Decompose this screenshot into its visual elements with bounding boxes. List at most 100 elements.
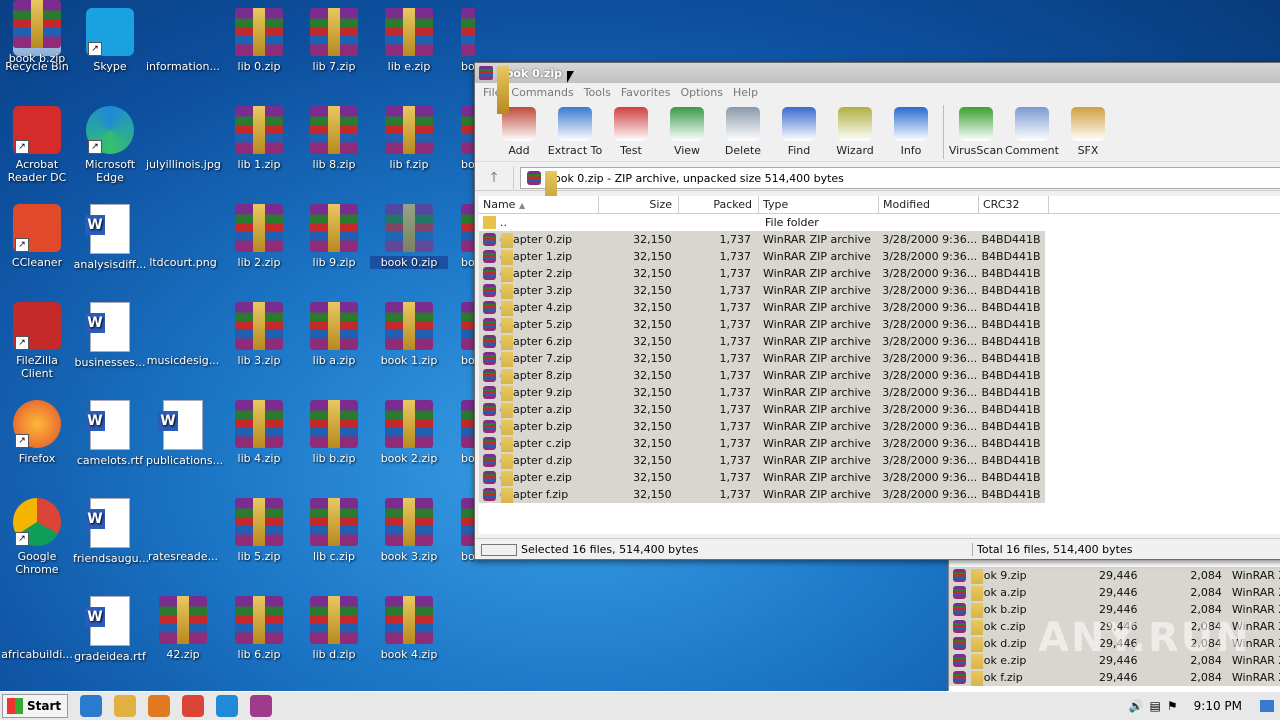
window-titlebar[interactable]: book 0.zip	[475, 63, 1280, 114]
desktop-icon-publications[interactable]: publications...	[144, 400, 223, 467]
desktop-icon-lib-e-zip[interactable]: lib e.zip	[370, 8, 448, 73]
desktop-icon-information[interactable]: information...	[144, 8, 222, 73]
desktop-icon-gradeidea-rtf[interactable]: gradeidea.rtf	[71, 596, 149, 663]
toolbar-comment-button[interactable]: Comment	[1004, 107, 1060, 161]
desktop-icon-filezilla-client[interactable]: ↗ FileZilla Client	[0, 302, 76, 380]
menu-item-options[interactable]: Options	[681, 86, 723, 99]
background-file-row[interactable]: book f.zip 29,446 2,084 WinRAR Z	[949, 669, 1280, 686]
desktop-icon-lib-5-zip[interactable]: lib 5.zip	[220, 498, 298, 563]
file-row[interactable]: chapter 2.zip 32,150 1,737 WinRAR ZIP archi…	[479, 265, 1045, 282]
file-row[interactable]: chapter f.zip 32,150 1,737 WinRAR ZIP archi…	[479, 486, 1045, 503]
desktop-icon-partial[interactable]: bo	[447, 400, 475, 465]
desktop-icon-microsoft-edge[interactable]: ↗ Microsoft Edge	[71, 106, 149, 184]
desktop-icon-lib-9-zip[interactable]: lib 9.zip	[295, 204, 373, 269]
file-row[interactable]: chapter 4.zip 32,150 1,737 WinRAR ZIP archi…	[479, 299, 1045, 316]
file-row[interactable]: chapter c.zip 32,150 1,737 WinRAR ZIP archi…	[479, 435, 1045, 452]
desktop-icon-analysisdiff[interactable]: analysisdiff...	[71, 204, 149, 271]
desktop-icon-friendsaugu[interactable]: friendsaugu...	[71, 498, 149, 565]
internet-explorer-icon[interactable]	[80, 695, 103, 717]
clock[interactable]: 9:10 PM	[1194, 699, 1242, 713]
show-desktop-icon[interactable]	[1260, 700, 1274, 712]
file-row[interactable]: chapter 1.zip 32,150 1,737 WinRAR ZIP archi…	[479, 248, 1045, 265]
column-header-packed[interactable]: Packed	[679, 196, 759, 213]
menu-item-tools[interactable]: Tools	[584, 86, 611, 99]
media-player-icon[interactable]	[148, 695, 171, 717]
desktop-icon-lib-d-zip[interactable]: lib d.zip	[295, 596, 373, 661]
desktop-icon-ratesreade[interactable]: ratesreade...	[144, 498, 222, 563]
toolbar-view-button[interactable]: View	[659, 107, 715, 161]
desktop-icon-lib-a-zip[interactable]: lib a.zip	[295, 302, 373, 367]
column-header-crc32[interactable]: CRC32	[979, 196, 1049, 213]
toolbar-test-button[interactable]: Test	[603, 107, 659, 161]
desktop-icon-partial[interactable]: bo	[447, 8, 475, 73]
desktop-icon-lib-c-zip[interactable]: lib c.zip	[295, 498, 373, 563]
file-row[interactable]: chapter 5.zip 32,150 1,737 WinRAR ZIP archi…	[479, 316, 1045, 333]
desktop-icon-book-3-zip[interactable]: book 3.zip	[370, 498, 448, 563]
edge-icon[interactable]	[216, 695, 239, 717]
desktop-icon-firefox[interactable]: ↗ Firefox	[0, 400, 76, 465]
file-explorer-icon[interactable]	[114, 695, 137, 717]
desktop-icon-acrobat-reader-dc[interactable]: ↗ Acrobat Reader DC	[0, 106, 76, 184]
toolbar-info-button[interactable]: Info	[883, 107, 939, 161]
desktop-icon-skype[interactable]: ↗ Skype	[71, 8, 149, 73]
column-header-size[interactable]: Size	[599, 196, 679, 213]
toolbar-wizard-button[interactable]: Wizard	[827, 107, 883, 161]
desktop-icon-book-0-zip[interactable]: book 0.zip	[370, 204, 448, 269]
file-list[interactable]: Name ▲ Size Packed Type Modified CRC32 .…	[479, 196, 1280, 534]
toolbar-sfx-button[interactable]: SFX	[1060, 107, 1116, 161]
desktop-icon-book-b-zip[interactable]: book b.zip	[0, 0, 76, 65]
desktop-icon-lib-0-zip[interactable]: lib 0.zip	[220, 8, 298, 73]
toolbar-find-button[interactable]: Find	[771, 107, 827, 161]
column-header-name[interactable]: Name ▲	[479, 196, 599, 213]
desktop-icon-lib-b-zip[interactable]: lib b.zip	[295, 400, 373, 465]
file-row[interactable]: chapter b.zip 32,150 1,737 WinRAR ZIP archi…	[479, 418, 1045, 435]
desktop-icon-lib-6-zip[interactable]: lib 6.zip	[220, 596, 298, 661]
file-row[interactable]: chapter 6.zip 32,150 1,737 WinRAR ZIP archi…	[479, 333, 1045, 350]
file-row[interactable]: chapter 3.zip 32,150 1,737 WinRAR ZIP archi…	[479, 282, 1045, 299]
parent-folder-row[interactable]: .. File folder	[479, 214, 1280, 231]
up-folder-button[interactable]: ↑	[475, 167, 514, 189]
desktop-icon-ccleaner[interactable]: ↗ CCleaner	[0, 204, 76, 269]
desktop-icon-lib-2-zip[interactable]: lib 2.zip	[220, 204, 298, 269]
chrome-icon[interactable]	[182, 695, 205, 717]
archive-path-field[interactable]: book 0.zip - ZIP archive, unpacked size …	[520, 167, 1280, 219]
toolbar-add-button[interactable]: Add	[491, 107, 547, 161]
toolbar-delete-button[interactable]: Delete	[715, 107, 771, 161]
file-row[interactable]: chapter a.zip 32,150 1,737 WinRAR ZIP archi…	[479, 401, 1045, 418]
desktop-icon-partial[interactable]: bo	[447, 498, 475, 563]
winrar-icon[interactable]	[250, 695, 273, 717]
toolbar-virusscan-button[interactable]: VirusScan	[948, 107, 1004, 161]
file-row[interactable]: chapter 9.zip 32,150 1,737 WinRAR ZIP archi…	[479, 384, 1045, 401]
desktop-icon-partial[interactable]: bo	[447, 302, 475, 367]
column-header-type[interactable]: Type	[759, 196, 879, 213]
desktop-icon-julyillinois-jpg[interactable]: julyillinois.jpg	[144, 106, 222, 171]
desktop-icon-lib-f-zip[interactable]: lib f.zip	[370, 106, 448, 171]
menu-item-help[interactable]: Help	[733, 86, 758, 99]
menu-item-favorites[interactable]: Favorites	[621, 86, 671, 99]
desktop-icon-lib-4-zip[interactable]: lib 4.zip	[220, 400, 298, 465]
desktop-icon-musicdesig[interactable]: musicdesig...	[144, 302, 222, 367]
desktop-icon-book-4-zip[interactable]: book 4.zip	[370, 596, 448, 661]
desktop-icon-lib-1-zip[interactable]: lib 1.zip	[220, 106, 298, 171]
desktop-icon-partial[interactable]: bo	[447, 106, 475, 171]
file-row[interactable]: chapter 8.zip 32,150 1,737 WinRAR ZIP archi…	[479, 367, 1045, 384]
file-row[interactable]: chapter e.zip 32,150 1,737 WinRAR ZIP archi…	[479, 469, 1045, 486]
desktop-icon-ltdcourt-png[interactable]: ltdcourt.png	[144, 204, 222, 269]
menu-item-commands[interactable]: Commands	[511, 86, 573, 99]
action-center-flag-icon[interactable]: ⚑	[1167, 699, 1178, 713]
file-row[interactable]: chapter d.zip 32,150 1,737 WinRAR ZIP archi…	[479, 452, 1045, 469]
start-button[interactable]: Start	[2, 694, 69, 718]
background-file-row[interactable]: book 9.zip 29,446 2,084 WinRAR Z	[949, 567, 1280, 584]
volume-icon[interactable]: 🔊	[1129, 699, 1144, 713]
desktop-icon-partial[interactable]: bo	[447, 204, 475, 269]
desktop-icon-google-chrome[interactable]: ↗ Google Chrome	[0, 498, 76, 576]
desktop-icon-42-zip[interactable]: 42.zip	[144, 596, 222, 661]
network-icon[interactable]: ▤	[1150, 699, 1161, 713]
desktop-icon-camelots-rtf[interactable]: camelots.rtf	[71, 400, 149, 467]
desktop-icon-africabuildi[interactable]: africabuildi...	[0, 596, 76, 661]
desktop-icon-book-1-zip[interactable]: book 1.zip	[370, 302, 448, 367]
desktop-icon-businesses[interactable]: businesses...	[71, 302, 149, 369]
toolbar-extract-to-button[interactable]: Extract To	[547, 107, 603, 161]
background-file-row[interactable]: book a.zip 29,446 2,084 WinRAR Z	[949, 584, 1280, 601]
drive-icon[interactable]	[481, 543, 517, 556]
